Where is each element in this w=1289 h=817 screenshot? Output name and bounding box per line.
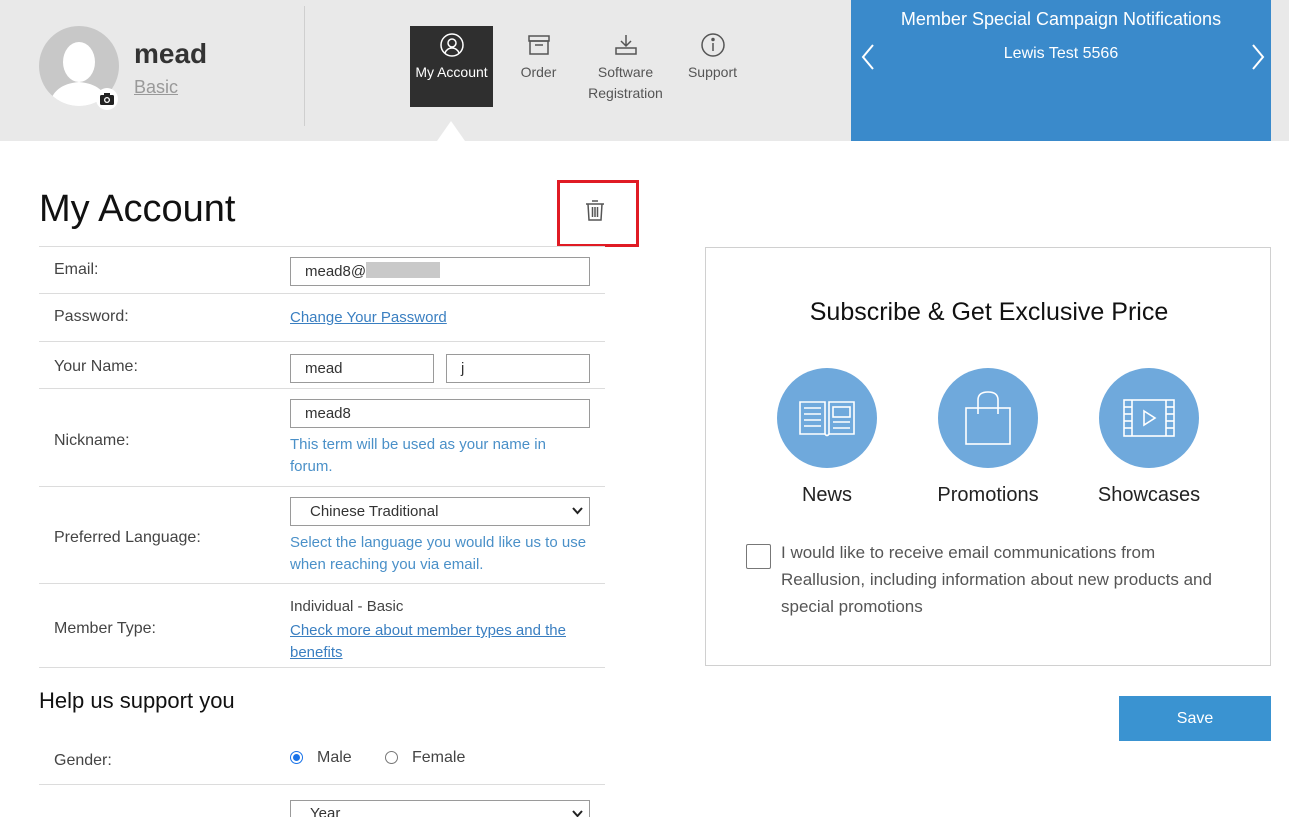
nav-label: Software Registration — [588, 64, 663, 101]
password-row: Password: Change Your Password — [39, 293, 605, 341]
user-circle-icon — [439, 32, 465, 58]
nickname-label: Nickname: — [54, 432, 130, 449]
nickname-hint: This term will be used as your name in f… — [290, 436, 546, 475]
nav-label: Support — [687, 64, 738, 80]
language-hint: Select the language you would like us to… — [290, 534, 587, 573]
account-form: Email: mead8@ Password: Change Your Pass… — [39, 246, 605, 668]
language-row: Preferred Language: Chinese Traditional … — [39, 486, 605, 583]
member-type-value: Individual - Basic — [290, 598, 404, 615]
last-name-field[interactable]: j — [446, 354, 590, 383]
nickname-row: Nickname: mead8 This term will be used a… — [39, 388, 605, 486]
video-icon — [1099, 368, 1199, 468]
gender-female-label: Female — [412, 749, 466, 766]
nickname-field[interactable]: mead8 — [290, 399, 590, 428]
save-button[interactable]: Save — [1119, 696, 1271, 741]
gender-label: Gender: — [54, 752, 112, 769]
nav-label: Order — [520, 64, 557, 80]
main-nav: My Account Order Software Registration S… — [410, 26, 758, 107]
email-consent-checkbox[interactable] — [746, 544, 771, 569]
language-label: Preferred Language: — [54, 529, 201, 546]
member-types-link[interactable]: Check more about member types and the be… — [290, 620, 590, 664]
member-type-label: Member Type: — [54, 620, 156, 637]
member-type-row: Member Type: Individual - Basic Check mo… — [39, 583, 605, 668]
email-redaction — [366, 262, 441, 278]
subscribe-title: Subscribe & Get Exclusive Price — [809, 298, 1169, 326]
news-label: News — [801, 484, 852, 506]
section-title: Help us support you — [39, 688, 235, 713]
page-title: My Account — [39, 188, 236, 230]
promotions-label: Promotions — [937, 484, 1039, 506]
gender-row: Gender: Male Female — [39, 736, 605, 785]
birth-year-select[interactable]: Year — [290, 800, 590, 817]
gender-female-radio[interactable] — [385, 751, 398, 764]
nav-my-account[interactable]: My Account — [410, 26, 493, 107]
header-divider — [304, 6, 305, 126]
name-row: Your Name: mead j — [39, 341, 605, 388]
gender-male-label: Male — [317, 749, 352, 766]
chevron-right-icon[interactable] — [1247, 42, 1267, 72]
header-bar: mead Basic My Account Order Software Reg… — [0, 0, 1289, 141]
nav-software-registration[interactable]: Software Registration — [584, 26, 667, 107]
email-field[interactable]: mead8@ — [290, 257, 590, 286]
campaign-text[interactable]: Lewis Test 5566 — [851, 45, 1271, 63]
email-consent-text: I would like to receive email communicat… — [781, 543, 1212, 616]
nav-label: My Account — [415, 64, 488, 80]
avatar-container — [39, 26, 119, 110]
download-icon — [613, 32, 639, 58]
user-level-link[interactable]: Basic — [134, 77, 178, 98]
language-value: Chinese Traditional — [310, 503, 439, 520]
subscribe-panel: Subscribe & Get Exclusive Price News Pro… — [705, 247, 1271, 666]
name-label: Your Name: — [54, 358, 138, 375]
showcases-label: Showcases — [1097, 484, 1201, 506]
email-row: Email: mead8@ — [39, 246, 605, 293]
nav-order[interactable]: Order — [497, 26, 580, 107]
chevron-left-icon[interactable] — [859, 42, 879, 72]
news-icon — [777, 368, 877, 468]
shopping-bag-icon — [938, 368, 1038, 468]
chevron-down-icon — [572, 810, 583, 817]
info-icon — [700, 32, 726, 58]
trash-icon — [586, 200, 604, 221]
year-placeholder: Year — [310, 805, 341, 817]
delete-account-button[interactable] — [582, 196, 608, 224]
email-label: Email: — [54, 261, 99, 278]
chevron-down-icon — [572, 507, 583, 515]
change-password-link[interactable]: Change Your Password — [290, 307, 447, 329]
campaign-banner: Member Special Campaign Notifications Le… — [851, 0, 1271, 141]
campaign-title: Member Special Campaign Notifications — [900, 9, 1222, 29]
email-value: mead8@ — [305, 263, 367, 280]
gender-male-radio[interactable] — [290, 751, 303, 764]
first-name-field[interactable]: mead — [290, 354, 434, 383]
password-label: Password: — [54, 308, 129, 325]
language-select[interactable]: Chinese Traditional — [290, 497, 590, 526]
camera-icon[interactable] — [96, 88, 118, 110]
user-name: mead — [134, 38, 208, 69]
nav-active-pointer — [437, 121, 465, 141]
nav-support[interactable]: Support — [671, 26, 754, 107]
order-box-icon — [526, 32, 552, 58]
